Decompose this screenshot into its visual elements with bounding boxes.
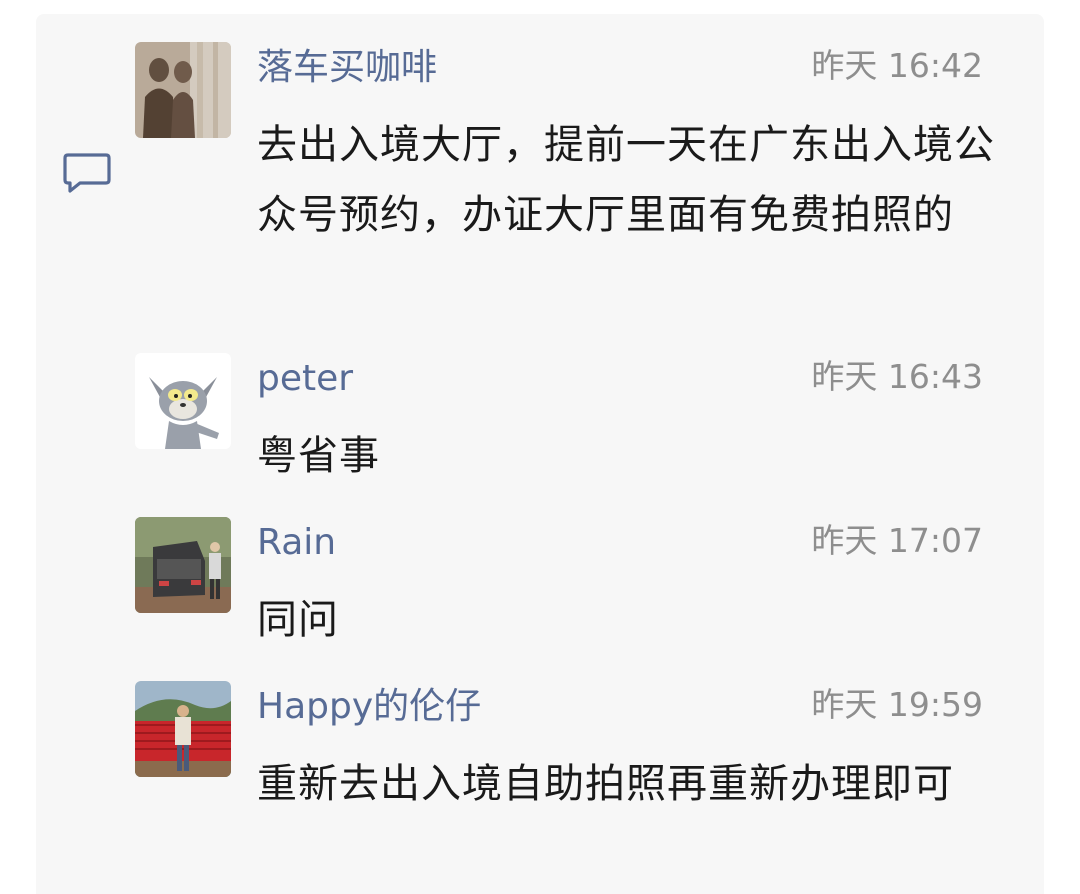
comment-text: 粤省事 [257, 433, 380, 479]
comment-time: 昨天 16:42 [811, 46, 983, 85]
avatar[interactable] [135, 42, 231, 138]
comment-time: 昨天 16:43 [811, 357, 983, 396]
comment-bubble-icon[interactable] [62, 150, 112, 194]
avatar[interactable] [135, 517, 231, 613]
comment-text: 同问 [257, 597, 339, 643]
commenter-name[interactable]: Happy的伦仔 [257, 685, 481, 729]
comment-text: 重新去出入境自助拍照再重新办理即可 [257, 761, 954, 807]
commenter-name[interactable]: Rain [257, 521, 336, 565]
avatar[interactable] [135, 353, 231, 449]
comment-time: 昨天 17:07 [811, 521, 983, 560]
commenter-name[interactable]: peter [257, 357, 353, 401]
avatar[interactable] [135, 681, 231, 777]
comment-time: 昨天 19:59 [811, 685, 983, 724]
commenter-name[interactable]: 落车买咖啡 [257, 46, 437, 90]
comment-text: 去出入境大厅，提前一天在广东出入境公众号预约，办证大厅里面有免费拍照的 [257, 122, 995, 238]
